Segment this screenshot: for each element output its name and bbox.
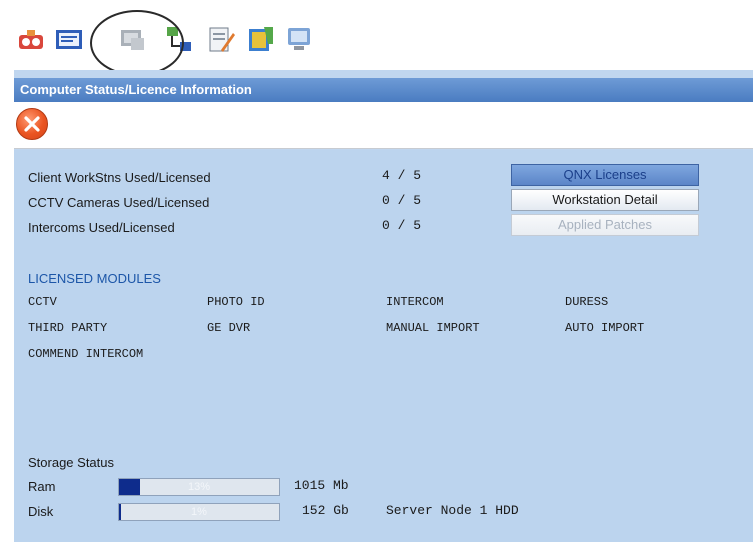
applied-patches-button: Applied Patches [511,214,699,236]
monitor-icon[interactable] [284,24,314,54]
edit-icon[interactable] [206,24,236,54]
ram-size: 1015 Mb [294,478,349,493]
document-icon[interactable] [246,24,276,54]
selection-circle-annotation [90,10,184,76]
disk-note: Server Node 1 HDD [386,503,519,518]
module-item: PHOTO ID [207,295,265,309]
module-item: CCTV [28,295,57,309]
close-icon [24,116,40,132]
module-item: MANUAL IMPORT [386,321,480,335]
modules-heading: LICENSED MODULES [28,271,161,286]
window-title: Computer Status/Licence Information [20,82,252,97]
module-item: THIRD PARTY [28,321,108,335]
licence-value-client: 4 / 5 [382,168,422,183]
toolbar [14,10,753,76]
module-item: INTERCOM [386,295,444,309]
module-item: DURESS [565,295,609,309]
ram-usage-percent: 13% [187,481,211,493]
licence-label-client: Client WorkStns Used/Licensed [28,170,211,185]
ram-usage-bar: 13% [118,478,280,496]
licence-label-cctv: CCTV Cameras Used/Licensed [28,195,210,210]
alarm-icon[interactable] [16,24,46,54]
licence-value-intercom: 0 / 5 [382,218,422,233]
storage-heading: Storage Status [28,455,114,470]
qnx-licenses-button[interactable]: QNX Licenses [511,164,699,186]
disk-usage-bar: 1% [118,503,280,521]
workstation-detail-button[interactable]: Workstation Detail [511,189,699,211]
module-item: AUTO IMPORT [565,321,645,335]
disk-usage-percent: 1% [191,506,207,518]
status-panel: Client WorkStns Used/Licensed 4 / 5 CCTV… [14,150,753,542]
status-window: Computer Status/Licence Information Clie… [14,70,753,542]
disk-label: Disk [28,504,54,519]
window-titlebar: Computer Status/Licence Information [14,78,753,102]
close-button[interactable] [16,108,48,140]
module-item: GE DVR [207,321,251,335]
window-commandbar [14,102,753,149]
disk-size: 152 Gb [302,503,349,518]
app-window: Computer Status/Licence Information Clie… [14,10,753,542]
licence-value-cctv: 0 / 5 [382,193,422,208]
ram-label: Ram [28,479,56,494]
module-item: COMMEND INTERCOM [28,347,144,361]
card-reader-icon[interactable] [54,24,84,54]
licence-label-intercom: Intercoms Used/Licensed [28,220,175,235]
